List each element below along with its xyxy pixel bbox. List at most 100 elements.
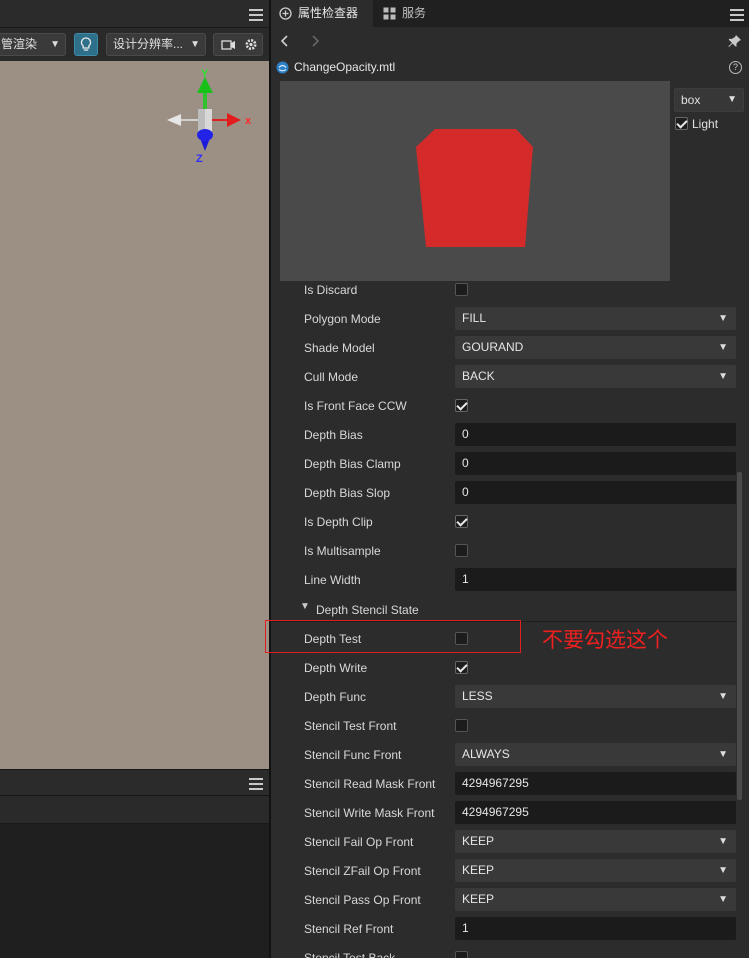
axis-z-label: Z [196, 153, 203, 165]
prop-row-stencil-zfail-op-front: Stencil ZFail Op Front KEEP ▼ [271, 856, 741, 885]
field-value: 4294967295 [462, 776, 529, 790]
stencil-pass-op-front-select[interactable]: KEEP ▼ [455, 888, 736, 911]
depth-write-checkbox[interactable] [455, 661, 468, 674]
camera-icon [221, 40, 235, 50]
field-value: KEEP [462, 863, 495, 877]
chevron-down-icon: ▼ [718, 749, 728, 760]
forward-arrow-icon[interactable] [308, 34, 322, 48]
stencil-write-mask-front-input[interactable]: 4294967295 [455, 801, 736, 824]
scene-viewport[interactable]: Y x Z [0, 61, 269, 769]
prop-row-depth-func: Depth Func LESS ▼ [271, 682, 741, 711]
depth-bias-clamp-input[interactable]: 0 [455, 452, 736, 475]
prop-label: Depth Bias Clamp [304, 457, 401, 471]
prop-row-stencil-ref-front: Stencil Ref Front 1 [271, 914, 741, 943]
property-list: Is Discard Polygon Mode FILL ▼ Shade Model GO… [271, 275, 749, 958]
tab-inspector[interactable]: 属性检查器 [271, 0, 373, 27]
lightbulb-icon [80, 37, 92, 51]
chevron-down-icon: ▼ [718, 836, 728, 847]
is-depth-clip-checkbox[interactable] [455, 515, 468, 528]
cull-mode-select[interactable]: BACK ▼ [455, 365, 736, 388]
prop-label: Is Depth Clip [304, 515, 373, 529]
prop-row-depth-bias-clamp: Depth Bias Clamp 0 [271, 449, 741, 478]
prop-row-is-discard: Is Discard [271, 275, 741, 304]
chevron-down-icon: ▼ [718, 342, 728, 353]
inspector-tabbar: 属性检查器 服务 [271, 0, 749, 27]
stencil-test-front-checkbox[interactable] [455, 719, 468, 732]
resolution-select[interactable]: 设计分辨率... ▼ [106, 33, 206, 56]
material-file-icon [276, 61, 289, 74]
stencil-zfail-op-front-select[interactable]: KEEP ▼ [455, 859, 736, 882]
prop-row-stencil-test-back: Stencil Test Back [271, 943, 741, 958]
scene-tabbar [0, 0, 269, 28]
stencil-read-mask-front-input[interactable]: 4294967295 [455, 772, 736, 795]
section-depth-stencil-state[interactable]: ▼ Depth Stencil State [271, 595, 741, 622]
preview-light-toggle[interactable]: Light [675, 116, 718, 132]
lightbulb-button[interactable] [74, 33, 98, 56]
prop-row-shade-model: Shade Model GOURAND ▼ [271, 333, 741, 362]
prop-label: Stencil Test Front [304, 719, 397, 733]
inspector-scrollbar[interactable] [737, 472, 742, 800]
prop-label: Stencil Fail Op Front [304, 835, 414, 849]
prop-row-is-multisample: Is Multisample [271, 536, 741, 565]
stencil-ref-front-input[interactable]: 1 [455, 917, 736, 940]
depth-func-select[interactable]: LESS ▼ [455, 685, 736, 708]
prop-label: Is Multisample [304, 544, 381, 558]
polygon-mode-select[interactable]: FILL ▼ [455, 307, 736, 330]
section-label: Depth Stencil State [316, 603, 419, 617]
chevron-down-icon: ▼ [718, 691, 728, 702]
is-front-face-ccw-checkbox[interactable] [455, 399, 468, 412]
shade-model-select[interactable]: GOURAND ▼ [455, 336, 736, 359]
preview-mesh-select[interactable]: box ▼ [674, 88, 744, 112]
stencil-fail-op-front-select[interactable]: KEEP ▼ [455, 830, 736, 853]
line-width-input[interactable]: 1 [455, 568, 736, 591]
axis-y-label: Y [201, 68, 209, 80]
prop-row-depth-bias-slop: Depth Bias Slop 0 [271, 478, 741, 507]
prop-label: Stencil Ref Front [304, 922, 394, 936]
depth-bias-input[interactable]: 0 [455, 423, 736, 446]
light-checkbox[interactable] [675, 117, 688, 130]
prop-row-stencil-pass-op-front: Stencil Pass Op Front KEEP ▼ [271, 885, 741, 914]
field-value: 1 [462, 921, 469, 935]
depth-bias-slop-input[interactable]: 0 [455, 481, 736, 504]
back-arrow-icon[interactable] [278, 34, 292, 48]
prop-row-line-width: Line Width 1 [271, 565, 741, 594]
help-icon[interactable]: ? [729, 61, 742, 74]
stencil-func-front-select[interactable]: ALWAYS ▼ [455, 743, 736, 766]
prop-row-depth-write: Depth Write [271, 653, 741, 682]
preview-mesh-value: box [681, 93, 701, 107]
prop-label: Polygon Mode [304, 312, 381, 326]
prop-label: Is Front Face CCW [304, 399, 407, 413]
tab-services[interactable]: 服务 [375, 0, 445, 27]
is-discard-checkbox[interactable] [455, 283, 468, 296]
field-value: 0 [462, 485, 469, 499]
stencil-test-back-checkbox[interactable] [455, 951, 468, 958]
field-value: KEEP [462, 834, 495, 848]
bottom-panel-menu-icon[interactable] [249, 778, 263, 790]
gear-icon [245, 39, 257, 50]
prop-label: Line Width [304, 573, 361, 587]
chevron-down-icon: ▼ [190, 39, 200, 50]
asset-header: ChangeOpacity.mtl ? [271, 54, 749, 81]
field-value: BACK [462, 369, 495, 383]
material-preview[interactable] [280, 81, 670, 281]
is-multisample-checkbox[interactable] [455, 544, 468, 557]
box-mesh-preview [416, 129, 533, 247]
chevron-down-icon: ▼ [718, 894, 728, 905]
prop-label: Stencil Write Mask Front [304, 806, 435, 820]
prop-label: Stencil Read Mask Front [304, 777, 436, 791]
render-mode-select[interactable]: 管渲染 ▼ [0, 33, 66, 56]
prop-label: Stencil ZFail Op Front [304, 864, 421, 878]
camera-settings-button[interactable] [213, 33, 263, 56]
prop-row-is-front-face-ccw: Is Front Face CCW [271, 391, 741, 420]
prop-row-depth-bias: Depth Bias 0 [271, 420, 741, 449]
prop-row-polygon-mode: Polygon Mode FILL ▼ [271, 304, 741, 333]
axis-x-label: x [245, 115, 252, 127]
chevron-down-icon: ▼ [718, 865, 728, 876]
prop-label: Depth Func [304, 690, 367, 704]
axis-gizmo[interactable]: Y x Z [155, 63, 265, 173]
field-value: 0 [462, 427, 469, 441]
pin-icon[interactable] [728, 34, 742, 48]
field-value: 0 [462, 456, 469, 470]
inspector-menu-icon[interactable] [730, 9, 744, 21]
scene-menu-icon[interactable] [249, 9, 263, 21]
